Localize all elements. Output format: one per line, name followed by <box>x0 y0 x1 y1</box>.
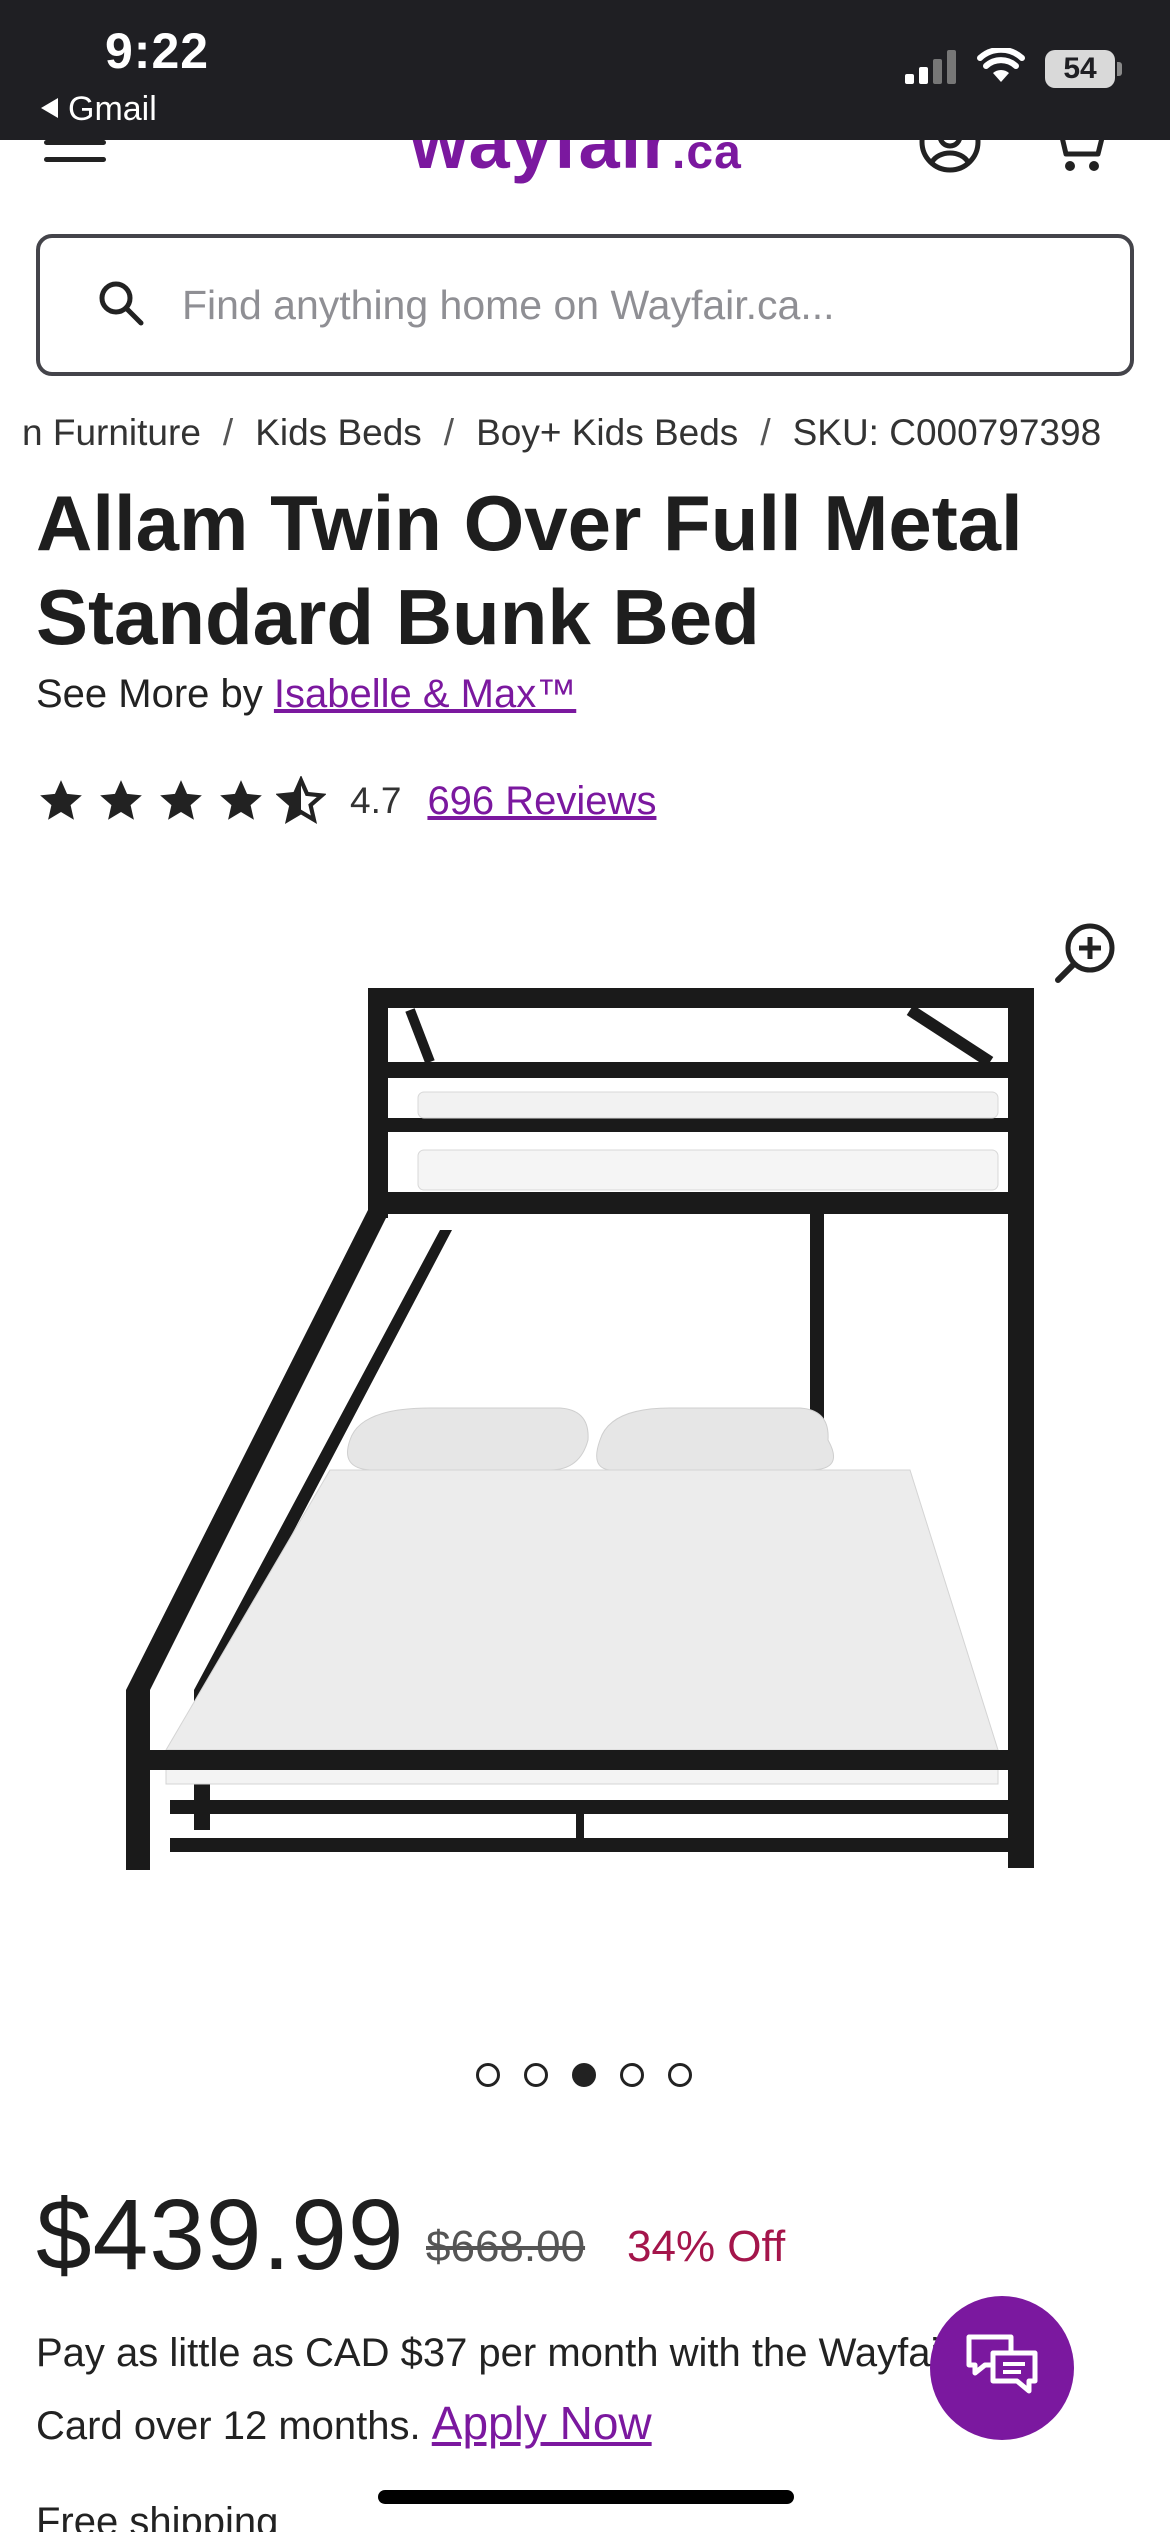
breadcrumb-item[interactable]: Boy+ Kids Beds <box>476 412 738 454</box>
breadcrumb-separator: / <box>443 412 455 453</box>
product-image[interactable] <box>110 970 1060 1885</box>
site-logo[interactable]: wayfair.ca <box>410 140 742 185</box>
breadcrumb-sku: SKU: C000797398 <box>792 412 1102 453</box>
breadcrumb-item[interactable]: n Furniture <box>22 412 201 454</box>
search-icon[interactable] <box>98 280 144 331</box>
star-icon <box>100 780 142 820</box>
sale-price: $439.99 <box>36 2179 405 2291</box>
see-more-prefix: See More by <box>36 672 263 716</box>
site-header: wayfair.ca <box>0 140 1170 230</box>
cart-icon[interactable] <box>1046 140 1108 179</box>
product-title: Allam Twin Over Full Metal Standard Bunk… <box>36 479 1023 661</box>
back-arrow-icon <box>38 90 60 129</box>
logo-text: wayfair <box>410 140 673 184</box>
battery-indicator: 54 <box>1045 49 1122 88</box>
brand-link[interactable]: Isabelle & Max™ <box>274 672 576 716</box>
reviews-link[interactable]: 696 Reviews <box>427 779 656 824</box>
rating-value: 4.7 <box>350 780 402 821</box>
back-app-label: Gmail <box>68 90 157 128</box>
menu-icon[interactable] <box>44 140 106 176</box>
product-rating[interactable]: 4.7 696 Reviews <box>36 776 656 826</box>
star-icon <box>220 780 262 820</box>
carousel-dot[interactable] <box>572 2063 596 2087</box>
chat-icon <box>963 2331 1041 2406</box>
breadcrumb-item[interactable]: Kids Beds <box>255 412 422 454</box>
chat-button[interactable] <box>930 2296 1074 2440</box>
wifi-icon <box>977 46 1025 89</box>
shipping-info: Free shipping <box>36 2500 279 2532</box>
breadcrumb: n Furniture / Kids Beds / Boy+ Kids Beds… <box>22 412 1101 454</box>
star-icon <box>160 780 202 820</box>
star-rating <box>36 776 326 826</box>
carousel-dot[interactable] <box>476 2063 500 2087</box>
carousel-dot[interactable] <box>620 2063 644 2087</box>
star-icon <box>40 780 82 820</box>
status-bar: 9:22 Gmail 54 <box>0 0 1170 140</box>
signal-icon <box>903 48 957 89</box>
apply-now-link[interactable]: Apply Now <box>432 2397 652 2449</box>
discount-badge: 34% Off <box>627 2222 786 2271</box>
carousel-dot[interactable] <box>668 2063 692 2087</box>
account-icon[interactable] <box>918 140 982 179</box>
search-input[interactable] <box>182 281 1062 329</box>
half-star-icon <box>276 776 326 825</box>
logo-suffix: .ca <box>672 140 742 179</box>
search-bar[interactable] <box>36 234 1134 376</box>
image-carousel-dots <box>476 2063 692 2087</box>
carousel-dot[interactable] <box>524 2063 548 2087</box>
breadcrumb-separator: / <box>760 412 771 453</box>
zoom-in-icon[interactable] <box>1052 920 1118 991</box>
bunk-bed-illustration <box>126 988 1034 1870</box>
back-to-app-link[interactable]: Gmail <box>38 90 157 129</box>
see-more-by: See More by Isabelle & Max™ <box>36 672 576 717</box>
breadcrumb-separator: / <box>222 412 234 453</box>
original-price: $668.00 <box>426 2222 586 2271</box>
home-indicator <box>378 2490 794 2504</box>
status-time: 9:22 <box>105 23 210 79</box>
